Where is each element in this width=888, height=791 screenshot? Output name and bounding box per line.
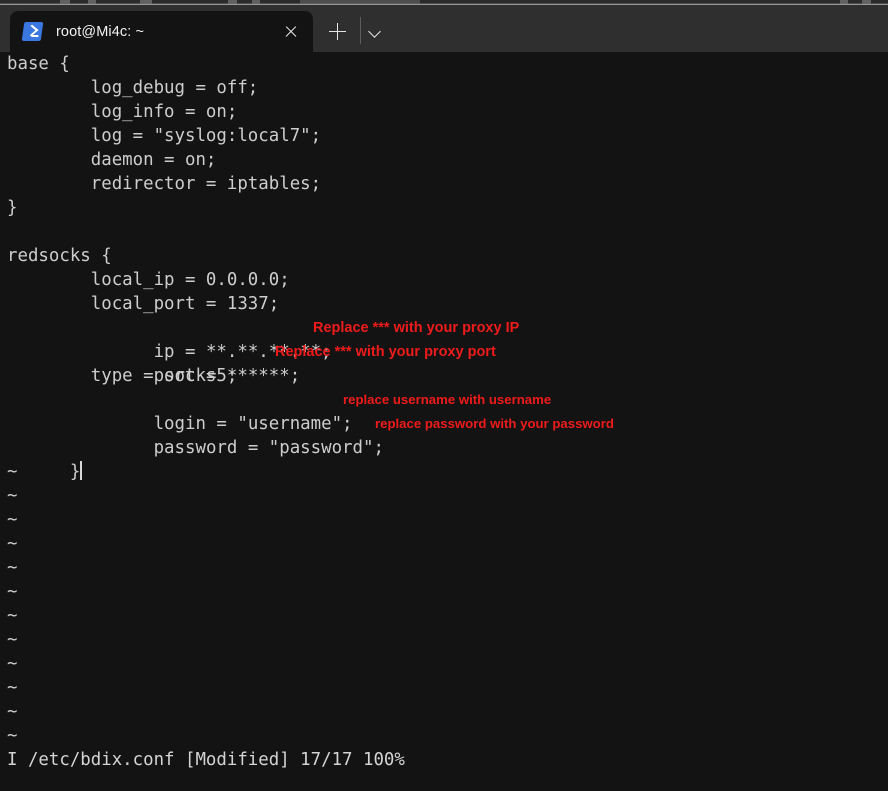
- code-line: base {: [7, 54, 70, 74]
- tab-title: root@Mi4c: ~: [56, 23, 145, 40]
- annotation-proxy-port: Replace *** with your proxy port: [275, 344, 496, 360]
- powershell-prompt-icon: [21, 22, 44, 41]
- annotation-password: replace password with your password: [375, 416, 614, 431]
- close-icon[interactable]: [275, 16, 307, 48]
- title-bar: root@Mi4c: ~: [0, 4, 888, 52]
- vim-filler-tilde: ~: [7, 534, 18, 554]
- vim-filler-tilde: ~: [7, 462, 18, 482]
- annotation-username: replace username with username: [343, 392, 552, 407]
- vim-filler-tilde: ~: [7, 606, 18, 626]
- code-line: local_port = 1337;: [7, 294, 280, 314]
- vim-filler-tilde: ~: [7, 582, 18, 602]
- vim-filler-tilde: ~: [7, 678, 18, 698]
- terminal-body[interactable]: base { log_debug = off; log_info = on; l…: [0, 52, 888, 791]
- code-line: daemon = on;: [7, 150, 217, 170]
- chevron-down-icon[interactable]: [360, 15, 390, 48]
- code-line: local_ip = 0.0.0.0;: [7, 270, 290, 290]
- code-line: }: [7, 198, 18, 218]
- vim-filler-tilde: ~: [7, 510, 18, 530]
- vim-filler-tilde: ~: [7, 702, 18, 722]
- vim-filler-tilde: ~: [7, 558, 18, 578]
- code-line: log_debug = off;: [7, 78, 259, 98]
- vim-status-line: I /etc/bdix.conf [Modified] 17/17 100%: [7, 750, 405, 770]
- window-top-border: [0, 4, 888, 5]
- code-line: redsocks {: [7, 246, 112, 266]
- annotation-proxy-ip: Replace *** with your proxy IP: [313, 320, 520, 336]
- vim-filler-tilde: ~: [7, 654, 18, 674]
- terminal-tab[interactable]: root@Mi4c: ~: [10, 11, 313, 52]
- code-line: log_info = on;: [7, 102, 238, 122]
- code-line: log = "syslog:local7";: [7, 126, 322, 146]
- vim-filler-tilde: ~: [7, 726, 18, 746]
- terminal-window: root@Mi4c: ~ base { log_debug = off; log…: [0, 0, 888, 791]
- vim-filler-tilde: ~: [7, 630, 18, 650]
- vim-filler-tilde: ~: [7, 486, 18, 506]
- code-line: type = socks5;: [7, 366, 238, 386]
- code-line: redirector = iptables;: [7, 174, 322, 194]
- plus-icon[interactable]: [321, 15, 354, 48]
